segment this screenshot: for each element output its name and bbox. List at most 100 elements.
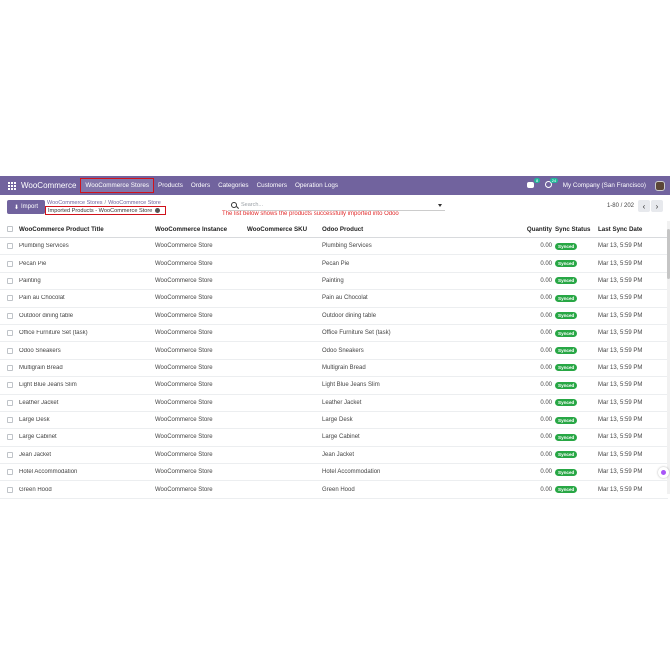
header-sku[interactable]: WooCommerce SKU	[247, 226, 322, 233]
row-checkbox[interactable]	[7, 399, 13, 406]
header-instance[interactable]: WooCommerce Instance	[155, 226, 247, 233]
header-last-sync[interactable]: Last Sync Date	[598, 226, 668, 233]
clock-icon[interactable]: 24	[544, 178, 558, 190]
cell-instance: WooCommerce Store	[155, 469, 213, 476]
row-checkbox[interactable]	[7, 243, 13, 250]
table-body: Plumbing Services WooCommerce Store Plumbi…	[0, 238, 668, 499]
cell-quantity: 0.00	[540, 277, 552, 284]
cell-instance: WooCommerce Store	[155, 277, 213, 284]
cell-odoo-product: Large Desk	[322, 417, 353, 424]
status-badge: Synced	[555, 416, 578, 424]
gear-icon[interactable]	[155, 208, 161, 213]
cell-last-sync: Mar 13, 5:59 PM	[598, 417, 643, 424]
cell-sync-status: Synced	[555, 486, 598, 494]
row-checkbox[interactable]	[7, 434, 13, 441]
row-checkbox[interactable]	[7, 347, 13, 354]
row-checkbox[interactable]	[7, 330, 13, 337]
annotation-note: The list below shows the products succes…	[222, 211, 399, 217]
row-checkbox[interactable]	[7, 469, 13, 476]
row-checkbox[interactable]	[7, 260, 13, 267]
cell-quantity: 0.00	[540, 469, 552, 476]
cell-instance: WooCommerce Store	[155, 347, 213, 354]
cell-instance: WooCommerce Store	[155, 243, 213, 250]
table-row[interactable]: Green Hood WooCommerce Store Green Hood 0.0…	[0, 481, 668, 499]
cell-instance: WooCommerce Store	[155, 382, 213, 389]
status-badge: Synced	[555, 312, 578, 320]
table-row[interactable]: Light Blue Jeans Slim WooCommerce Store Li…	[0, 377, 668, 395]
row-checkbox[interactable]	[7, 417, 13, 424]
chat-badge: 8	[534, 178, 540, 183]
assistant-bubble-icon[interactable]	[658, 467, 669, 478]
pager-value[interactable]: 1-80 / 202	[607, 203, 634, 209]
table-row[interactable]: Pain au Chocolat WooCommerce Store Pain au…	[0, 290, 668, 308]
chevron-down-icon[interactable]	[438, 203, 442, 207]
header-quantity[interactable]: Quantity	[472, 226, 555, 233]
table-row[interactable]: Office Furniture Set (task) WooCommerce S…	[0, 325, 668, 343]
status-badge: Synced	[555, 277, 578, 285]
row-checkbox[interactable]	[7, 364, 13, 371]
table-row[interactable]: Leather Jacket WooCommerce Store Leather J…	[0, 395, 668, 412]
app-brand[interactable]: WooCommerce	[21, 181, 76, 190]
activity-badge: 24	[550, 178, 558, 183]
cell-title: Jean Jacket	[19, 451, 52, 458]
row-checkbox[interactable]	[7, 451, 13, 458]
cell-quantity: 0.00	[540, 364, 552, 371]
row-checkbox[interactable]	[7, 295, 13, 302]
table-row[interactable]: Odoo Sneakers WooCommerce Store Odoo Sneak…	[0, 342, 668, 360]
menu-woocommerce-stores[interactable]: WooCommerce Stores	[80, 178, 154, 193]
table-row[interactable]: Large Cabinet WooCommerce Store Large Cabi…	[0, 429, 668, 447]
menu-operation-logs[interactable]: Operation Logs	[291, 179, 342, 192]
table-row[interactable]: Pecan Pie WooCommerce Store Pecan Pie 0.00 S…	[0, 255, 668, 273]
header-title[interactable]: WooCommerce Product Title	[19, 226, 155, 233]
avatar[interactable]	[655, 180, 665, 191]
table-row[interactable]: Outdoor dining table WooCommerce Store Out…	[0, 308, 668, 325]
status-badge: Synced	[555, 294, 578, 302]
cell-odoo-product: Odoo Sneakers	[322, 347, 364, 354]
cell-title: Hotel Accommodation	[19, 469, 78, 476]
select-all-checkbox[interactable]	[7, 226, 13, 232]
cell-title: Pain au Chocolat	[19, 295, 65, 302]
row-checkbox[interactable]	[7, 312, 13, 319]
table-row[interactable]: Painting WooCommerce Store Painting 0.00 Syn…	[0, 273, 668, 291]
table-row[interactable]: Multigrain Bread WooCommerce Store Multigr…	[0, 360, 668, 378]
status-badge: Synced	[555, 260, 578, 268]
import-label: Import	[21, 204, 39, 210]
table-row[interactable]: Hotel Accommodation WooCommerce Store Hote…	[0, 464, 668, 482]
cell-odoo-product: Leather Jacket	[322, 399, 362, 406]
cell-instance: WooCommerce Store	[155, 330, 213, 337]
search-bar[interactable]: Search...	[228, 200, 445, 211]
cell-last-sync: Mar 13, 5:59 PM	[598, 330, 643, 337]
company-switcher[interactable]: My Company (San Francisco)	[563, 182, 646, 189]
header-odoo-product[interactable]: Odoo Product	[322, 226, 472, 233]
apps-grid-icon[interactable]	[8, 181, 16, 190]
pager-next-button[interactable]: ›	[651, 200, 663, 212]
table-row[interactable]: Plumbing Services WooCommerce Store Plumbi…	[0, 238, 668, 256]
search-input[interactable]: Search...	[241, 202, 263, 208]
cell-title: Leather Jacket	[19, 399, 59, 406]
status-badge: Synced	[555, 486, 578, 494]
cell-last-sync: Mar 13, 5:59 PM	[598, 364, 643, 371]
table-row[interactable]: Jean Jacket WooCommerce Store Jean Jacket 0…	[0, 447, 668, 465]
row-checkbox[interactable]	[7, 277, 13, 284]
status-badge: Synced	[555, 364, 578, 372]
menu-categories[interactable]: Categories	[214, 179, 252, 192]
menu-products[interactable]: Products	[154, 179, 187, 192]
row-checkbox[interactable]	[7, 486, 13, 493]
cell-sync-status: Synced	[555, 364, 598, 372]
menu-customers[interactable]: Customers	[253, 179, 291, 192]
header-sync-status[interactable]: Sync Status	[555, 226, 598, 233]
import-button[interactable]: ⬇ Import	[7, 200, 45, 214]
chat-icon[interactable]: 8	[526, 178, 540, 190]
systray: 8 24 My Company (San Francisco)	[526, 178, 665, 191]
cell-title: Multigrain Bread	[19, 364, 63, 371]
pager-previous-button[interactable]: ‹	[638, 200, 650, 212]
cell-title: Pecan Pie	[19, 260, 47, 267]
cell-odoo-product: Outdoor dining table	[322, 312, 377, 319]
menu-orders[interactable]: Orders	[187, 179, 214, 192]
table-row[interactable]: Large Desk WooCommerce Store Large Desk 0.0…	[0, 412, 668, 430]
cell-sync-status: Synced	[555, 277, 598, 285]
row-checkbox[interactable]	[7, 382, 13, 389]
cell-last-sync: Mar 13, 5:59 PM	[598, 260, 643, 267]
cell-title: Light Blue Jeans Slim	[19, 382, 77, 389]
cell-title: Odoo Sneakers	[19, 347, 61, 354]
